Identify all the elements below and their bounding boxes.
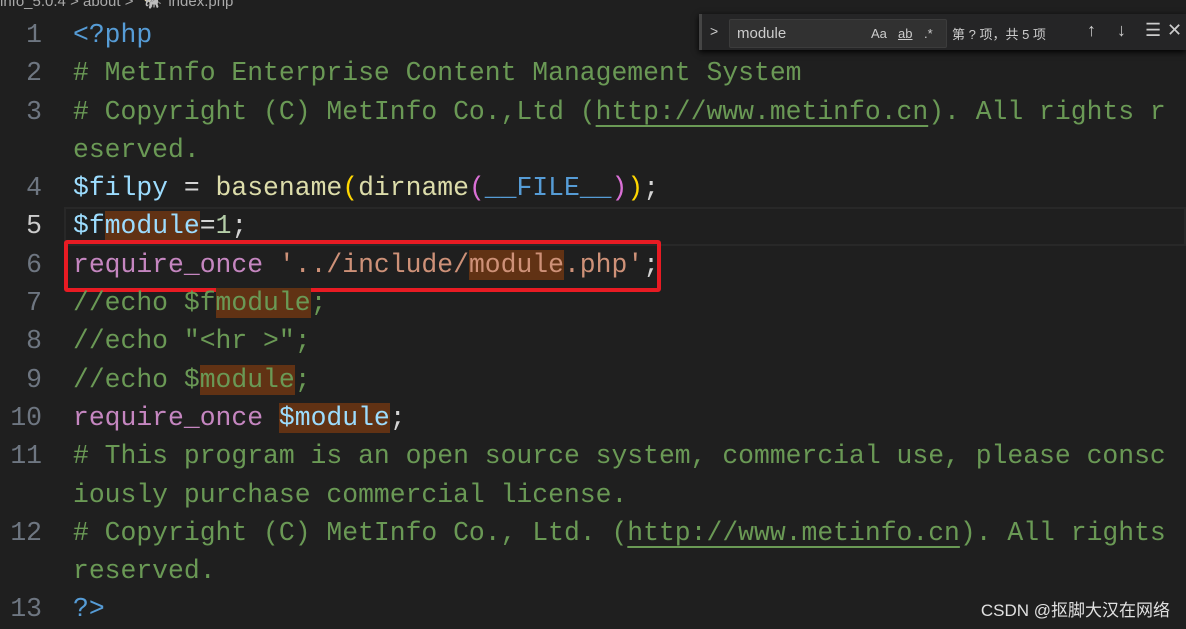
code-token: = [168,173,216,204]
search-match-token: module [215,288,311,319]
code-text: # Copyright (C) MetInfo Co.,Ltd (http://… [73,93,1173,170]
match-count: 第 ? 项，共 5 项 [952,27,1046,42]
search-match-token: module [199,364,295,395]
code-editor[interactable]: 1 <?php 2 # MetInfo Enterprise Content Mana… [0,0,1186,629]
search-match-token: module [294,402,390,433]
code-line[interactable]: 10 require_once $module; [0,399,1186,437]
code-token: dirname [358,173,469,204]
code-token: ) [627,173,644,204]
code-token: # MetInfo Enterprise Content Management … [73,58,802,89]
code-token: require_once [73,402,264,433]
code-token: ; [294,364,311,395]
line-number: 1 [26,20,42,50]
code-token: ?> [73,594,105,625]
code-line[interactable]: 7 //echo $fmodule; [0,284,1186,322]
line-number: 2 [26,58,42,89]
code-line[interactable]: 4 $filpy = basename(dirname(__FILE__)); [0,169,1186,207]
code-line[interactable]: 3 # Copyright (C) MetInfo Co.,Ltd (http:/… [0,93,1186,170]
code-text: //echo "<hr >"; [73,322,1173,360]
code-token: http://www.metinfo.cn [595,96,929,127]
search-match-token: $ [278,402,295,433]
code-text: # This program is an open source system,… [73,437,1173,514]
code-token: # This program is an open source system,… [73,441,1166,510]
code-text: # Copyright (C) MetInfo Co., Ltd. (http:… [73,514,1173,591]
line-number: 8 [26,326,42,357]
code-token: = [199,211,216,242]
line-number: 6 [26,249,42,280]
search-match-token: module [104,211,200,242]
code-token: ) [611,173,628,204]
find-widget: > module Aa ab .* 第 ? 项，共 5 项 ↑ ↓ ☰ ✕ [699,14,1186,50]
code-token: basename [215,173,343,204]
match-case-button[interactable]: Aa [871,26,887,41]
line-number: 3 [26,96,42,127]
code-token: # Copyright (C) MetInfo Co.,Ltd ( [73,96,596,127]
code-text: # MetInfo Enterprise Content Management … [73,54,1173,92]
code-line[interactable]: 11 # This program is an open source syste… [0,437,1186,514]
watermark: CSDN @抠脚大汉在网络 [980,600,1170,620]
line-number: 12 [10,517,42,548]
code-token: ; [389,402,406,433]
close-icon[interactable]: ✕ [1167,20,1182,41]
code-line[interactable]: 6 require_once '../include/module.php'; [0,239,1186,292]
code-token: //echo $ [73,364,200,395]
code-token: <?php [73,20,153,50]
regex-button[interactable]: .* [924,26,933,41]
code-line[interactable]: 8 //echo "<hr >"; [0,322,1186,360]
previous-match-arrow-up-icon[interactable]: ↑ [1087,20,1096,41]
code-text: //echo $fmodule; [73,284,1173,322]
code-token: http://www.metinfo.cn [627,517,960,548]
code-token: ; [310,288,327,319]
code-token: ( [468,173,485,204]
code-token: ( [342,173,359,204]
code-text: $filpy = basename(dirname(__FILE__)); [73,169,1173,207]
line-number: 5 [26,211,42,242]
code-token: $filpy [73,173,169,204]
find-in-selection-icon[interactable]: ☰ [1145,20,1161,41]
code-line[interactable]: 2 # MetInfo Enterprise Content Management… [0,54,1186,92]
next-match-arrow-down-icon[interactable]: ↓ [1117,20,1126,41]
whole-word-button[interactable]: ab [898,26,912,41]
line-number: 11 [10,441,42,472]
code-token: //echo "<hr >"; [73,326,311,357]
code-token: //echo $f [73,288,216,319]
code-token: __FILE__ [484,173,612,204]
line-number: 7 [26,288,42,319]
find-input-value: module [737,25,787,42]
code-token: $f [73,211,105,242]
line-number: 4 [26,173,42,204]
code-line[interactable]: 12 # Copyright (C) MetInfo Co., Ltd. (htt… [0,514,1186,591]
code-token: # Copyright (C) MetInfo Co., Ltd. ( [73,517,628,548]
line-number: 9 [26,364,42,395]
line-number: 10 [10,402,42,433]
line-number: 13 [10,594,42,625]
code-text: //echo $module; [73,361,1173,399]
code-line[interactable]: 9 //echo $module; [0,361,1186,399]
code-text: require_once $module; [73,399,1173,437]
toggle-replace-chevron-icon[interactable]: > [710,23,718,39]
find-input[interactable]: module Aa ab .* [729,19,947,48]
code-token: ; [643,173,660,204]
code-token: 1 [215,211,232,242]
code-token: ; [231,211,248,242]
